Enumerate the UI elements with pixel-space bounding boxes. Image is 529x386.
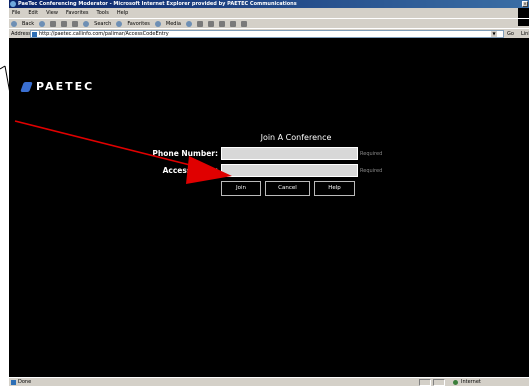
pointer-line-icon: [4, 65, 16, 122]
red-arrow-shaft-icon: [14, 120, 199, 168]
annotation-overlay: [0, 65, 232, 184]
red-arrow-head-icon: [186, 156, 232, 184]
screenshot-stage: PaeTec Conferencing Moderator - Microsof…: [0, 0, 529, 386]
pointer-line-icon: [0, 65, 6, 70]
